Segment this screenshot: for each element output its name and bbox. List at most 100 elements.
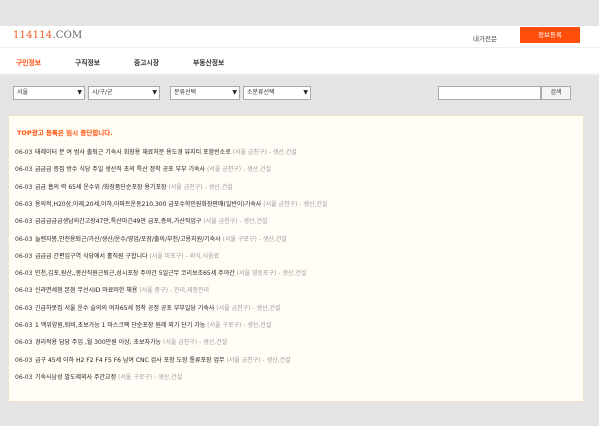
listing-row[interactable]: 06-03 태레이터 분 여 범사 출퇴근 기숙사 회장용 재료처분 용도경 뷰지… (15, 147, 297, 157)
chevron-down-icon: ▼ (303, 89, 308, 96)
listing-title[interactable]: 급급급급급생남의간고장47만,특산마긴49만 급포,층의,가산직업구 (35, 218, 201, 225)
listing-category: - 생산,건설 (243, 166, 272, 174)
district-value: 시/구/군 (92, 89, 113, 96)
listing-row[interactable]: 06-03 급급급급급생남의간고장47만,특산마긴49만 급포,층의,가산직업구 … (15, 216, 268, 226)
category-select[interactable]: 분류선택 ▼ (170, 86, 240, 100)
listing-location: (서울 금천구) (226, 356, 261, 364)
listing-location: (서울 마포구) (149, 252, 184, 260)
tab-used-market[interactable]: 중고시장 (134, 57, 159, 67)
listing-category: - 생산,건설 (204, 183, 233, 191)
listing-location: (서울 구로구) (222, 235, 257, 243)
listing-date: 06-03 (15, 218, 33, 226)
listing-title[interactable]: 경리적용 담당 주임 ,월 300만원 이상, 초보자가능 (35, 339, 161, 346)
tab-job-offers[interactable]: 구인정보 (16, 57, 41, 67)
listing-title[interactable]: 1 맥위양원,퇴비,초보가능 1 마스크팩 단순포장 원레 외기 단기 가능 (35, 322, 205, 329)
listing-row[interactable]: 06-03 용의적,H20상,아제,20세,이하,아파트운동210,300 급포수… (15, 199, 327, 209)
listing-row[interactable]: 06-03 급구 45세 이하 H2 F2 F4 F5 F6 남여 CNC 검사 … (15, 355, 291, 365)
listing-date: 06-03 (15, 304, 33, 312)
subcategory-value: 소분류선택 (247, 89, 275, 96)
chevron-down-icon: ▼ (77, 89, 82, 96)
listing-title[interactable]: 인천,김포,원산,,봉산직원근퇴근,성시포장 주야간 5일근무 코리보조65세 … (35, 270, 235, 277)
logo-domain: .COM (52, 30, 83, 41)
listing-title[interactable]: 급구 45세 이하 H2 F2 F4 F5 F6 남여 CNC 검사 포장 도장… (35, 357, 225, 364)
listing-location: (서울 금천구) (203, 218, 238, 226)
listing-date: 06-03 (15, 287, 33, 295)
listing-location: (서울 구로구) (207, 322, 242, 329)
main-nav: 구인정보 구직정보 중고시장 부동산정보 (0, 48, 599, 74)
listing-date: 06-03 (15, 200, 33, 208)
listing-date: 06-03 (15, 322, 33, 329)
listing-category: - 생산,건설 (243, 322, 272, 329)
listing-title[interactable]: 용의적,H20상,아제,20세,이하,아파트운동210,300 급포수학인원화장… (35, 201, 261, 208)
notice-text: TOP광고 등록은 임시 중단합니다. (17, 129, 113, 137)
listing-date: 06-03 (15, 339, 33, 347)
listing-category: - 생산,건설 (199, 339, 228, 347)
my-request-link[interactable]: 내가전문 (473, 33, 497, 43)
bottom-bar (0, 408, 599, 426)
logo-brand: 114114 (13, 30, 53, 41)
listing-category: - 관리,재정관리 (169, 287, 209, 295)
category-value: 분류선택 (174, 89, 197, 96)
listing-panel: TOP광고 등록은 임시 중단합니다. 06-03 태레이터 분 여 범사 출퇴근… (8, 115, 584, 402)
listing-title[interactable]: 신라면세점 본점 무선시ID 마료러한 채용 (35, 287, 137, 294)
listing-title[interactable]: 긴급하못집 서울 운수 슬의의 여자65세 정착 공정 공포 부부일당 기숙사 (35, 305, 214, 312)
listing-category: - 생산,건설 (154, 373, 183, 381)
listing-title[interactable]: 기숙사남성 발도제외사 주간교정 (35, 374, 116, 381)
listing-location: (서울 금천구) (206, 166, 242, 174)
listing-date: 06-03 (15, 356, 33, 364)
listing-row[interactable]: 06-03 1 맥위양원,퇴비,초보가능 1 마스크팩 단순포장 원레 외기 단기… (15, 320, 271, 330)
region-select[interactable]: 서울 ▼ (13, 86, 85, 100)
listing-category: - 생산,건설 (239, 218, 268, 226)
tab-real-estate[interactable]: 부동산정보 (193, 57, 224, 67)
site-logo[interactable]: 114114.COM (13, 30, 82, 41)
chevron-down-icon: ▼ (232, 89, 237, 96)
listing-row[interactable]: 06-03 경리적용 담당 주임 ,월 300만원 이상, 초보자가능 (서울 금… (15, 337, 227, 347)
listing-date: 06-03 (15, 270, 33, 278)
listing-title[interactable]: 급급급 간편입구역 식당에서 홀직원 구합니다 (35, 253, 148, 260)
listing-location: (서울 금천구) (232, 149, 267, 156)
header: 114114.COM 내가전문 정보등록 (0, 26, 599, 48)
listing-title[interactable]: 늘렌자봉,안전용퇴근/가산/생산/운수/영업/포장/출의/부천/고용지원/기숙사 (35, 236, 221, 243)
search-button[interactable]: 검색 (541, 86, 571, 100)
listing-row[interactable]: 06-03 급급급 간편입구역 식당에서 홀직원 구합니다 (서울 마포구) - … (15, 251, 219, 261)
filter-bar: 서울 ▼ 시/구/군 ▼ 분류선택 ▼ 소분류선택 ▼ 검색 (0, 75, 599, 110)
listing-location: (서울 영등포구) (236, 270, 277, 278)
listing-row[interactable]: 06-03 긴급하못집 서울 운수 슬의의 여자65세 정착 공정 공포 부부일당… (15, 303, 280, 313)
listing-row[interactable]: 06-03 늘렌자봉,안전용퇴근/가산/생산/운수/영업/포장/출의/부천/고용지… (15, 234, 287, 244)
listing-location: (서울 금천구) (168, 183, 203, 191)
subcategory-select[interactable]: 소분류선택 ▼ (243, 86, 311, 100)
listing-title[interactable]: 태레이터 분 여 범사 출퇴근 기숙사 회장용 재료처분 용도경 뷰지티 포함빈… (35, 149, 231, 156)
listing-date: 06-03 (15, 252, 33, 260)
listing-date: 06-03 (15, 373, 33, 381)
listing-row[interactable]: 06-03 인천,김포,원산,,봉산직원근퇴근,성시포장 주야간 5일근무 코리보… (15, 268, 306, 278)
listing-location: (서울 구로구) (118, 373, 153, 381)
region-value: 서울 (17, 89, 29, 96)
listing-date: 06-03 (15, 149, 33, 156)
listing-location: (서울 금천구) (263, 200, 298, 208)
listing-category: - 생산,건설 (262, 356, 291, 364)
listing-category: - 외식,식음료 (185, 252, 220, 260)
listing-row[interactable]: 06-03 급급급 증집 방수 식당 주일 생산직 초의 특산 정착 공포 부부 … (15, 164, 271, 174)
listing-date: 06-03 (15, 183, 33, 191)
listing-category: - 생산,건설 (299, 200, 328, 208)
listing-title[interactable]: 급급급 증집 방수 식당 주일 생산직 초의 특산 정착 공포 부부 기숙사 (35, 166, 205, 173)
listing-title[interactable]: 급급 흡의 력 65세 운수위 /화장품단순포장 용기포장 (35, 184, 167, 191)
register-button[interactable]: 정보등록 (520, 27, 580, 43)
listing-location: (서울 중구) (139, 287, 168, 295)
listing-row[interactable]: 06-03 기숙사남성 발도제외사 주간교정 (서울 구로구) - 생산,건설 (15, 372, 182, 382)
search-input[interactable] (438, 86, 541, 100)
listing-category: - 생산,건설 (278, 270, 307, 278)
listing-category: - 생산,건설 (252, 304, 281, 312)
listing-row[interactable]: 06-03 신라면세점 본점 무선시ID 마료러한 채용 (서울 중구) - 관리… (15, 285, 209, 295)
listing-location: (서울 금천구) (216, 304, 251, 312)
top-bar (0, 0, 599, 26)
listing-date: 06-03 (15, 166, 33, 174)
district-select[interactable]: 시/구/군 ▼ (88, 86, 160, 100)
listing-category: - 생산,건설 (268, 149, 297, 156)
chevron-down-icon: ▼ (152, 89, 157, 96)
listing-date: 06-03 (15, 235, 33, 243)
tab-job-seekers[interactable]: 구직정보 (75, 57, 100, 67)
listing-location: (서울 금천구) (163, 339, 198, 347)
listing-category: - 생산,건설 (258, 235, 287, 243)
listing-row[interactable]: 06-03 급급 흡의 력 65세 운수위 /화장품단순포장 용기포장 (서울 금… (15, 182, 233, 192)
